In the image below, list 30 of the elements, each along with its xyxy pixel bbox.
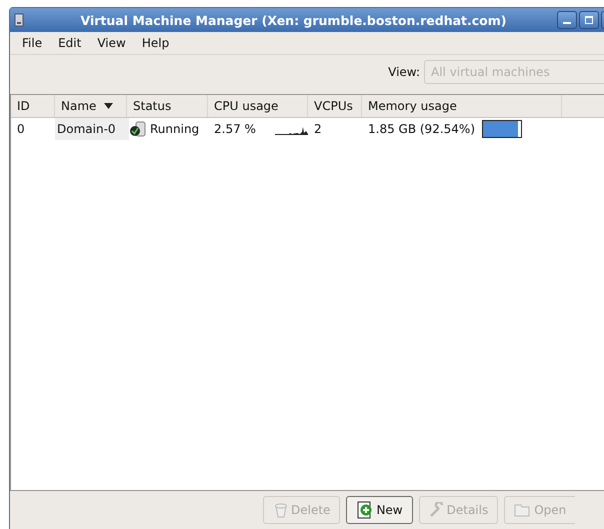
- cpu-text: 2.57 %: [214, 122, 256, 136]
- trash-icon: [273, 502, 289, 518]
- status-text: Running: [150, 122, 200, 136]
- menu-item[interactable]: Edit: [52, 34, 88, 52]
- maximize-button[interactable]: [579, 11, 599, 29]
- view-label: View:: [388, 65, 420, 79]
- new-button[interactable]: New: [346, 496, 413, 524]
- column-header[interactable]: VCPUs: [308, 95, 362, 117]
- table-cell-text: 2: [313, 121, 323, 138]
- menu-item[interactable]: Help: [136, 34, 176, 52]
- sort-arrow-icon: [104, 103, 114, 109]
- wrench-icon: [428, 502, 445, 518]
- table-cell-text: 0: [16, 121, 26, 138]
- table-cell: Domain-0: [55, 118, 129, 140]
- column-header[interactable]: Status: [127, 95, 208, 117]
- column-header[interactable]: ID: [11, 95, 55, 117]
- column-header[interactable]: Memory usage: [362, 95, 562, 117]
- menu-item[interactable]: View: [91, 34, 132, 52]
- column-header[interactable]: CPU usage: [208, 95, 308, 117]
- memory-text: 1.85 GB (92.54%): [368, 122, 475, 136]
- new-icon: [356, 501, 374, 519]
- computer-icon: [14, 13, 24, 27]
- memory-bar: [482, 120, 522, 138]
- window-title: Virtual Machine Manager (Xen: grumble.boston.redhat.com): [79, 12, 508, 28]
- minimize-button[interactable]: [557, 11, 577, 29]
- column-header[interactable]: Name: [55, 95, 127, 117]
- maximize-icon: [585, 16, 593, 24]
- running-icon: [129, 121, 147, 137]
- menu-item[interactable]: File: [16, 34, 48, 52]
- folder-icon: [514, 502, 532, 518]
